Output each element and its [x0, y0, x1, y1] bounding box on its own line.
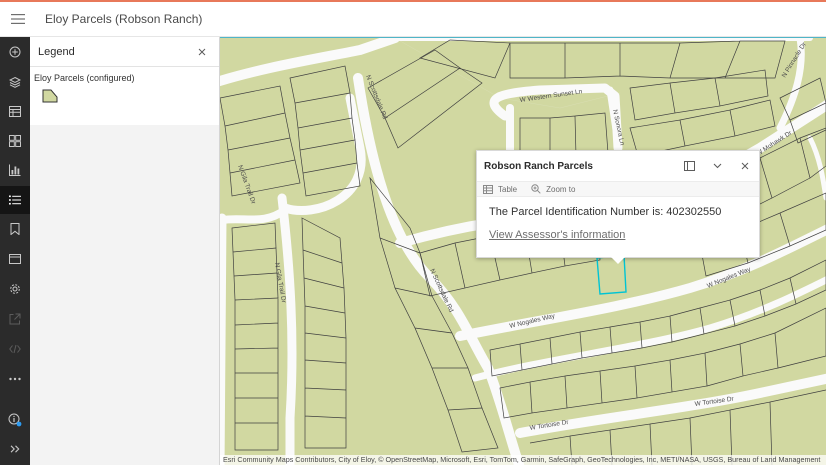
popup-pointer — [611, 257, 625, 264]
chart-button[interactable] — [0, 156, 30, 184]
layers-icon — [9, 76, 21, 88]
parcel-id-text: The Parcel Identification Number is: 402… — [489, 206, 722, 218]
legend-icon — [9, 195, 21, 205]
gallery-icon — [9, 135, 21, 147]
legend-title: Legend — [38, 45, 75, 58]
legend-body: Eloy Parcels (configured) — [30, 67, 219, 125]
more-button[interactable] — [0, 365, 30, 393]
bookmark-icon — [10, 223, 20, 235]
popup-dock-button[interactable] — [675, 152, 703, 180]
menu-button[interactable] — [1, 2, 35, 36]
more-icon — [9, 377, 21, 381]
embed-icon — [9, 344, 21, 354]
layers-button[interactable] — [0, 68, 30, 96]
hamburger-icon — [11, 14, 25, 24]
road-label-gila-trail-north: N Gila Trail Dr — [236, 164, 257, 206]
bookmarks-button[interactable] — [0, 215, 30, 243]
app-title: Eloy Parcels (Robson Ranch) — [45, 12, 203, 26]
table-button[interactable] — [0, 97, 30, 125]
info-icon — [8, 413, 22, 427]
assessor-link[interactable]: View Assessor's information — [489, 229, 625, 241]
gear-icon — [10, 284, 20, 294]
popup-header: Robson Ranch Parcels — [477, 151, 759, 181]
popup-collapse-button[interactable] — [703, 152, 731, 180]
map-attribution: Esri Community Maps Contributors, City o… — [220, 455, 826, 465]
info-button[interactable] — [0, 406, 30, 434]
chevron-down-icon — [713, 163, 721, 169]
share-button[interactable] — [0, 305, 30, 333]
popup-zoom-label: Zoom to — [546, 184, 576, 194]
zoom-icon — [531, 184, 541, 194]
table-icon — [9, 105, 21, 117]
legend-layer-name: Eloy Parcels (configured) — [34, 73, 135, 83]
close-icon — [198, 48, 206, 55]
legend-close-button[interactable] — [195, 45, 209, 59]
popup-table-action[interactable]: Table — [483, 184, 518, 194]
map-view[interactable]: W Western Sunset Ln N Sonora Ln N Scotts… — [220, 37, 826, 465]
popup-table-label: Table — [498, 184, 518, 194]
share-icon — [9, 313, 21, 325]
settings-button[interactable] — [0, 275, 30, 303]
popup-content: The Parcel Identification Number is: 402… — [477, 197, 759, 243]
basemap-icon — [9, 254, 21, 264]
road-label-scottsdale-south: N Scottsdale Rd — [428, 268, 454, 314]
popup-close-button[interactable] — [731, 152, 759, 180]
app-header: Eloy Parcels (Robson Ranch) — [0, 2, 826, 37]
legend-header: Legend — [30, 37, 219, 67]
chevrons-right-icon — [10, 445, 20, 453]
popup-zoom-action[interactable]: Zoom to — [531, 184, 575, 194]
gallery-button[interactable] — [0, 127, 30, 155]
expand-button[interactable] — [0, 435, 30, 463]
table-icon — [483, 184, 493, 194]
popup-title: Robson Ranch Parcels — [484, 160, 593, 172]
chart-icon — [9, 164, 21, 176]
dock-icon — [683, 161, 695, 171]
feature-popup: Robson Ranch Parcels Table Zoom to The P… — [476, 150, 760, 264]
basemap-button[interactable] — [0, 245, 30, 273]
embed-button[interactable] — [0, 335, 30, 363]
polygon-swatch-icon — [42, 89, 58, 103]
action-bar — [0, 37, 30, 465]
close-icon — [741, 162, 749, 170]
legend-button[interactable] — [0, 186, 30, 214]
add-icon — [9, 46, 21, 58]
add-data-button[interactable] — [0, 38, 30, 66]
popup-toolbar: Table Zoom to — [477, 181, 759, 197]
legend-panel: Legend Eloy Parcels (configured) — [30, 37, 220, 465]
